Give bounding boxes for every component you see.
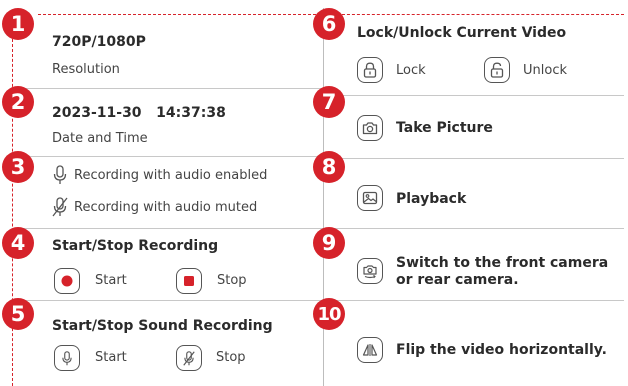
step-badge-5: 5 (2, 298, 34, 330)
switch-camera-button[interactable] (357, 258, 383, 284)
switch-camera-line-1: Switch to the front camera (396, 255, 609, 271)
audio-enabled-row: Recording with audio enabled (52, 165, 267, 185)
row-divider (20, 88, 323, 89)
lock-icon (363, 62, 377, 78)
resolution-title: 720P/1080P (52, 34, 146, 50)
datetime-title: 2023-11-30 14:37:38 (52, 105, 226, 121)
microphone-muted-icon (183, 350, 195, 366)
step-badge-4: 4 (2, 227, 34, 259)
step-badge-2: 2 (2, 86, 34, 118)
lock-button[interactable] (357, 57, 383, 83)
flip-icon (362, 344, 378, 356)
audio-muted-row: Recording with audio muted (52, 197, 257, 217)
image-icon (362, 191, 378, 205)
unlock-label: Unlock (523, 63, 567, 78)
sound-start-button[interactable] (54, 345, 80, 371)
playback-button[interactable] (357, 185, 383, 211)
flip-button[interactable] (357, 337, 383, 363)
sound-stop-label: Stop (216, 350, 246, 365)
record-start-label: Start (95, 273, 127, 288)
row-divider (20, 300, 323, 301)
switch-camera-line-2: or rear camera. (396, 272, 519, 288)
audio-enabled-label: Recording with audio enabled (74, 167, 268, 183)
step-badge-7: 7 (313, 86, 345, 118)
row-divider (20, 156, 323, 157)
row-divider (324, 300, 624, 301)
row-divider (324, 228, 624, 229)
lock-label: Lock (396, 63, 426, 78)
record-dot-icon (61, 275, 73, 287)
stop-square-icon (184, 276, 194, 286)
sound-stop-button[interactable] (176, 345, 202, 371)
microphone-icon (62, 350, 72, 365)
record-stop-label: Stop (217, 273, 247, 288)
step-badge-8: 8 (313, 151, 345, 183)
resolution-caption: Resolution (52, 62, 120, 77)
sound-recording-title: Start/Stop Sound Recording (52, 318, 273, 334)
record-stop-button[interactable] (176, 268, 202, 294)
row-divider (20, 228, 323, 229)
take-picture-label: Take Picture (396, 120, 493, 136)
unlock-icon (490, 62, 504, 78)
recording-title: Start/Stop Recording (52, 238, 219, 254)
microphone-muted-icon (52, 197, 68, 217)
audio-muted-label: Recording with audio muted (74, 199, 258, 215)
microphone-icon (53, 165, 67, 184)
step-badge-9: 9 (313, 227, 345, 259)
datetime-caption: Date and Time (52, 131, 148, 146)
switch-camera-icon (363, 265, 377, 279)
row-divider (324, 158, 624, 159)
step-badge-1: 1 (2, 8, 34, 40)
lock-title: Lock/Unlock Current Video (357, 25, 567, 41)
dashed-guide-top-left (38, 14, 326, 15)
step-badge-6: 6 (313, 8, 345, 40)
unlock-button[interactable] (484, 57, 510, 83)
record-start-button[interactable] (54, 268, 80, 294)
take-picture-button[interactable] (357, 115, 383, 141)
flip-label: Flip the video horizontally. (396, 342, 607, 358)
playback-label: Playback (396, 191, 467, 207)
camera-icon (362, 122, 378, 135)
dashed-guide-top (332, 14, 624, 15)
step-badge-3: 3 (2, 151, 34, 183)
row-divider (324, 95, 624, 96)
sound-start-label: Start (95, 350, 127, 365)
instruction-sheet: 1 2 3 4 5 6 7 8 9 10 720P/1080P Resoluti… (0, 0, 628, 386)
step-badge-10: 10 (313, 298, 345, 330)
